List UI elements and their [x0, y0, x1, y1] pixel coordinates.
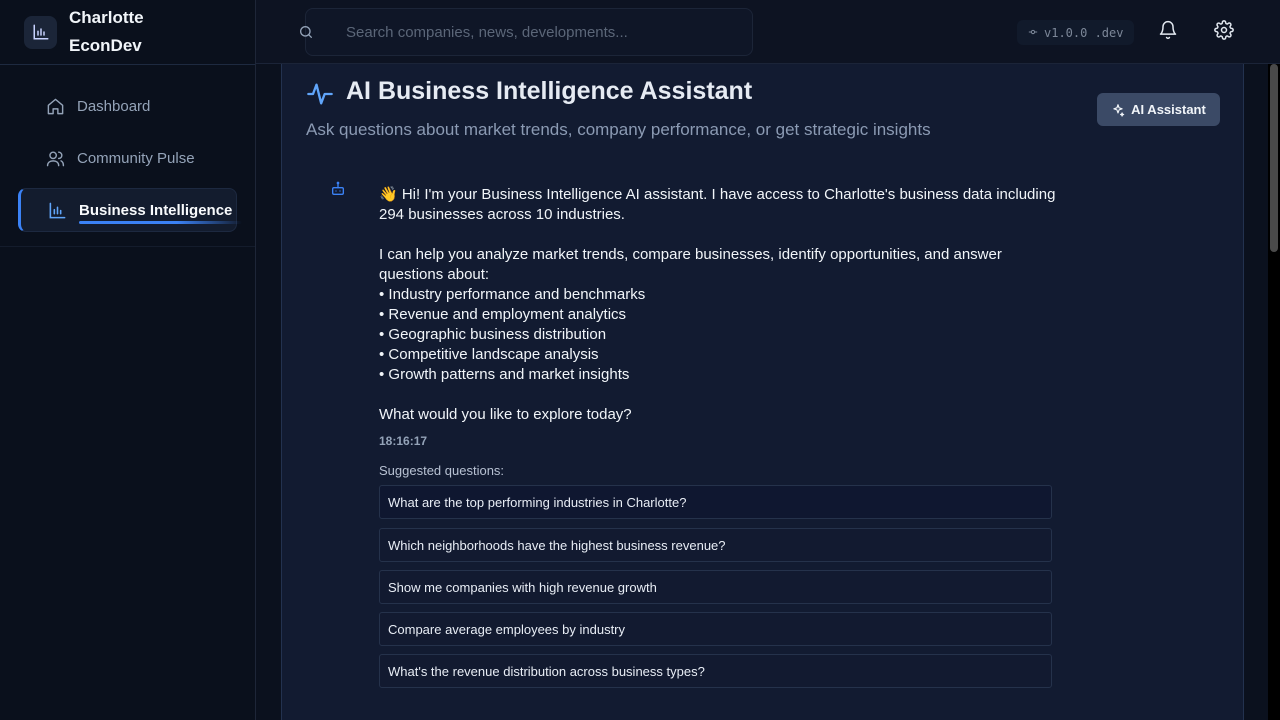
git-commit-icon: [1028, 26, 1038, 40]
sidebar-item-label: Dashboard: [77, 97, 151, 115]
assistant-message: 👋 Hi! I'm your Business Intelligence AI …: [379, 185, 1059, 425]
message-bullet: • Revenue and employment analytics: [379, 306, 627, 323]
sidebar-item-label: Business Intelligence: [79, 201, 243, 224]
message-bullet: • Growth patterns and market insights: [379, 366, 630, 383]
sidebar-item-label: Community Pulse: [77, 149, 195, 167]
sidebar-item-business-intelligence[interactable]: Business Intelligence: [18, 188, 243, 232]
message-bullet: • Competitive landscape analysis: [379, 346, 599, 363]
scrollbar-thumb[interactable]: [1270, 64, 1278, 252]
message-bullet: • Geographic business distribution: [379, 326, 607, 343]
suggested-question[interactable]: Which neighborhoods have the highest bus…: [379, 528, 1052, 562]
search-box[interactable]: [300, 8, 753, 56]
search-input[interactable]: [346, 9, 746, 55]
sparkles-icon: [1111, 103, 1125, 117]
suggested-question[interactable]: Show me companies with high revenue grow…: [379, 570, 1052, 604]
settings-button[interactable]: [1212, 19, 1236, 45]
sidebar: Charlotte EconDev Dashboard Community Pu…: [0, 0, 256, 720]
bar-chart-icon: [47, 200, 67, 220]
page-subtitle: Ask questions about market trends, compa…: [306, 120, 931, 139]
sidebar-item-dashboard[interactable]: Dashboard: [18, 84, 237, 128]
divider: [0, 246, 255, 247]
topbar: v1.0.0 .dev: [256, 0, 1280, 64]
brand-title: Charlotte EconDev: [69, 8, 144, 55]
message-intro: 👋 Hi! I'm your Business Intelligence AI …: [379, 186, 1056, 223]
gear-icon: [1214, 19, 1234, 45]
suggested-question[interactable]: What are the top performing industries i…: [379, 485, 1052, 519]
page-title: AI Business Intelligence Assistant: [346, 77, 753, 105]
sidebar-nav: Dashboard Community Pulse Business Intel…: [0, 65, 255, 247]
version-text: v1.0.0 .dev: [1044, 25, 1124, 40]
message-help-intro: I can help you analyze market trends, co…: [379, 246, 1002, 283]
scrollbar[interactable]: [1268, 64, 1280, 720]
suggested-question[interactable]: What's the revenue distribution across b…: [379, 654, 1052, 688]
sidebar-item-community-pulse[interactable]: Community Pulse: [18, 136, 237, 180]
bell-icon: [1158, 20, 1178, 45]
activity-icon: [306, 80, 334, 113]
ai-assistant-label: AI Assistant: [1131, 102, 1206, 117]
message-closing: What would you like to explore today?: [379, 406, 632, 423]
message-bullet: • Industry performance and benchmarks: [379, 286, 646, 303]
suggested-questions-label: Suggested questions:: [379, 463, 505, 478]
suggested-question[interactable]: Compare average employees by industry: [379, 612, 1052, 646]
ai-assistant-panel: AI Business Intelligence Assistant Ask q…: [281, 64, 1244, 720]
brand[interactable]: Charlotte EconDev: [0, 0, 255, 65]
bot-icon: [328, 179, 348, 199]
notifications-button[interactable]: [1156, 20, 1180, 44]
message-timestamp: 18:16:17: [379, 434, 428, 448]
bar-chart-icon: [24, 15, 57, 49]
home-icon: [45, 96, 65, 116]
users-icon: [45, 148, 65, 168]
search-icon: [298, 24, 314, 45]
version-badge: v1.0.0 .dev: [1017, 20, 1134, 45]
ai-assistant-button[interactable]: AI Assistant: [1097, 93, 1220, 126]
